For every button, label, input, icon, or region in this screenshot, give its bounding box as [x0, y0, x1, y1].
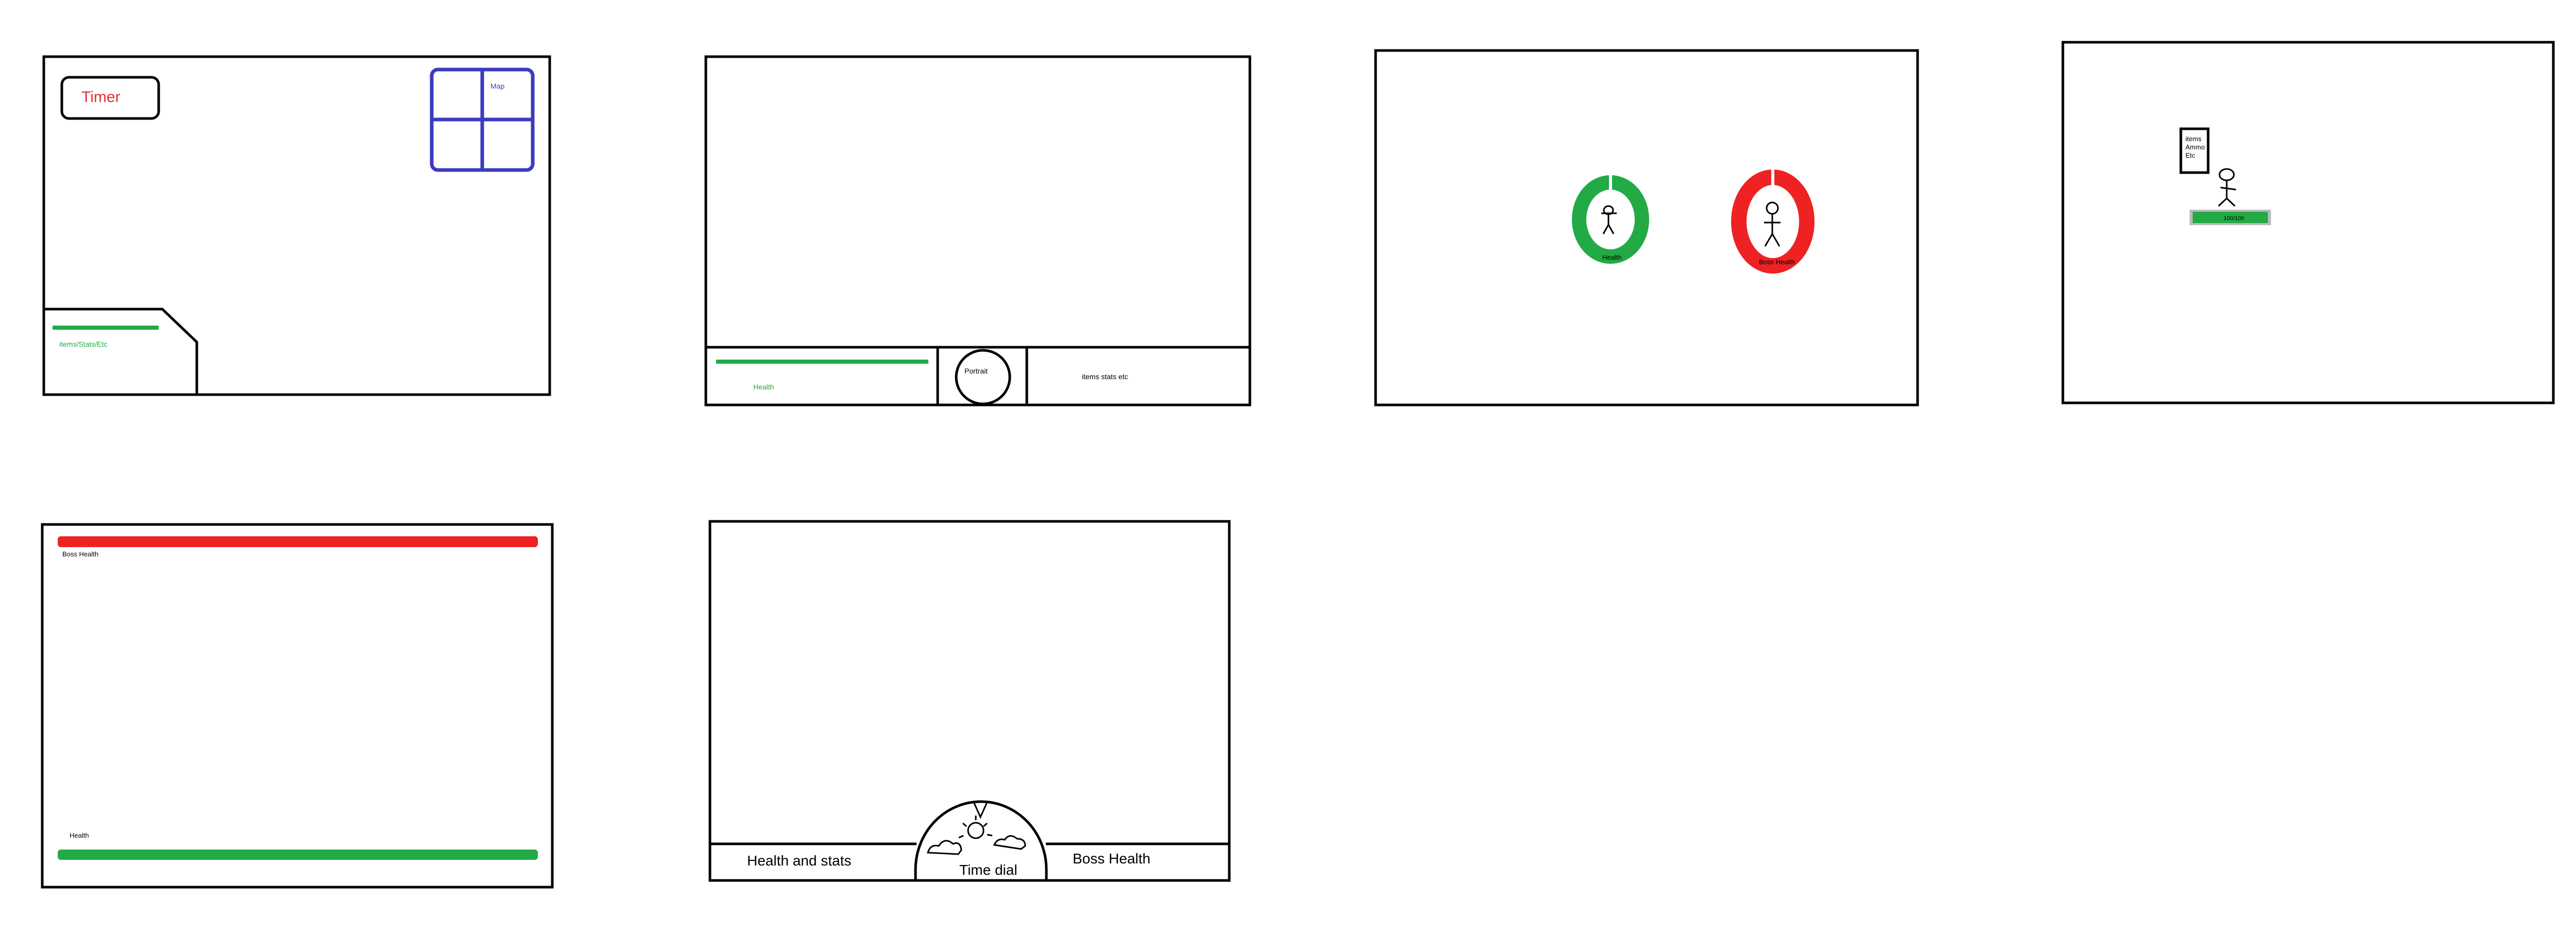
health-label: Health — [70, 832, 89, 839]
health-bar-label: 100/100 — [2224, 215, 2244, 222]
mockup-bottom-bar-hud: Health Portrait items stats etc — [704, 55, 1251, 406]
info-line: Etc — [2185, 151, 2195, 159]
health-label: Health — [753, 383, 774, 391]
cloud-icon — [993, 835, 1026, 850]
left-label: Health and stats — [747, 853, 851, 869]
timer-label: Timer — [81, 89, 121, 106]
boss-health-label: Boss Health — [62, 550, 98, 558]
player-figure-icon — [1601, 205, 1617, 234]
hud-mockup-canvas: Timer Map items/Stats/Etc Health Portrai… — [41, 41, 2555, 889]
stats-label: items/Stats/Etc — [59, 340, 107, 348]
screen-frame — [41, 523, 554, 889]
stats-label: items stats etc — [1082, 372, 1128, 381]
mockup-ring-hud: Health Boss Health — [1374, 49, 1919, 406]
portrait-label: Portrait — [964, 367, 988, 375]
info-line: items — [2185, 135, 2202, 143]
portrait-circle — [955, 349, 1011, 405]
stats-panel — [44, 308, 198, 395]
left-ring-label: Health — [1602, 253, 1622, 261]
map-label: Map — [490, 82, 504, 90]
right-label: Boss Health — [1073, 851, 1150, 867]
boss-figure-icon — [1764, 201, 1781, 247]
screen-frame — [704, 55, 1251, 406]
dial-label: Time dial — [959, 862, 1018, 878]
mockup-floating-hud: items Ammo Etc 100/100 — [2061, 41, 2555, 404]
sun-icon — [958, 816, 993, 839]
right-ring-label: Boss Health — [1759, 258, 1795, 266]
boss-health-bar — [58, 536, 538, 547]
screen-frame — [42, 55, 551, 396]
screen-frame — [2061, 41, 2555, 404]
info-line: Ammo — [2185, 143, 2205, 151]
health-bar — [58, 850, 538, 860]
mockup-full-width-bars-hud: Boss Health Health — [41, 523, 554, 889]
character-figure-icon — [2217, 168, 2236, 207]
cloud-icon — [927, 840, 962, 855]
dial-pointer-icon — [972, 801, 989, 819]
minimap — [430, 67, 535, 172]
player-health-ring — [1572, 175, 1649, 264]
mockup-corner-hud: Timer Map items/Stats/Etc — [42, 55, 551, 396]
mockup-time-dial-hud: Health and stats Time dial Boss Health — [708, 520, 1231, 882]
